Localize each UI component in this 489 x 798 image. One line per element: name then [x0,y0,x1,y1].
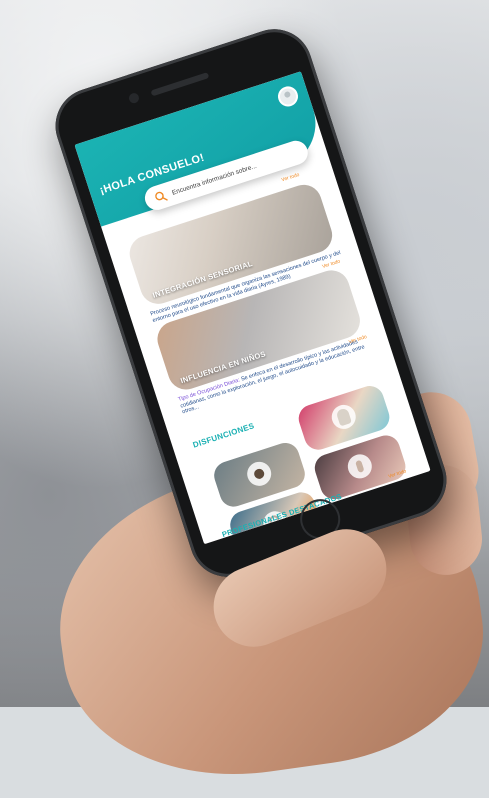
see-all-link[interactable]: Ver todo [281,172,301,183]
nose-icon [344,451,375,482]
section-title-disfunciones: DISFUNCIONES [191,421,256,450]
earpiece [150,72,210,97]
eye-icon [244,458,275,489]
search-icon [155,191,168,201]
hand-icon [328,401,359,433]
avatar[interactable] [275,83,301,110]
front-camera [127,91,141,105]
